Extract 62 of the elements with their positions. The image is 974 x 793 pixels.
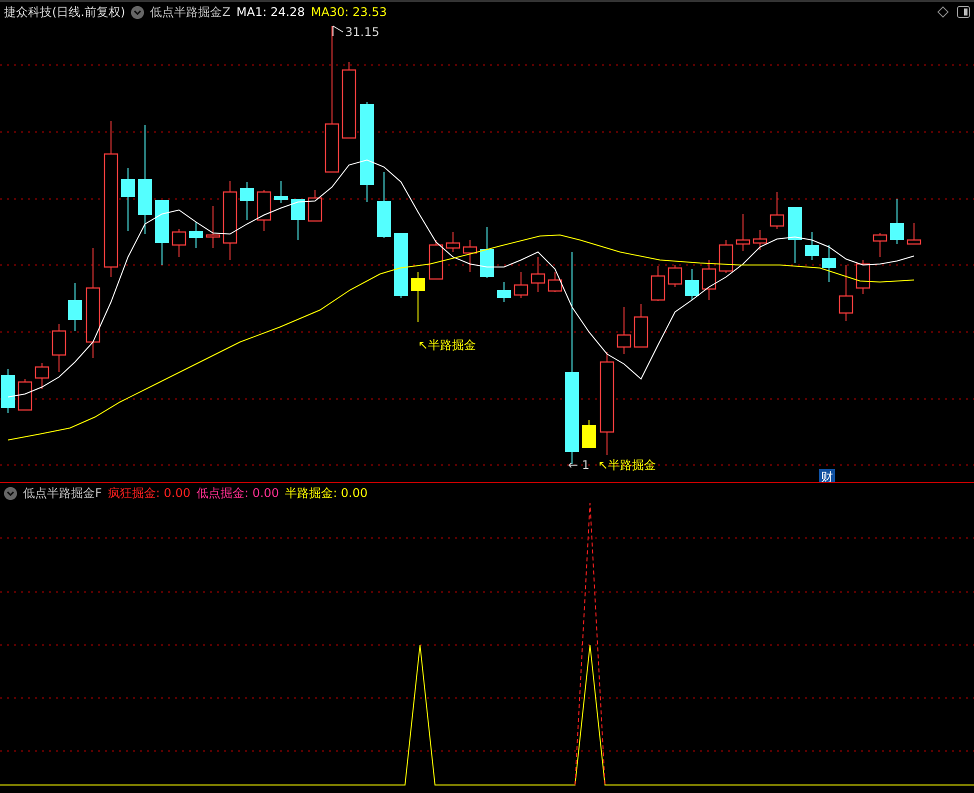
candlestick	[668, 264, 682, 288]
candlestick	[274, 180, 288, 204]
candlestick	[428, 240, 444, 280]
candlestick	[650, 266, 666, 302]
price-label: ← 1	[568, 458, 590, 472]
diamond-icon[interactable]	[937, 6, 949, 18]
candlestick	[497, 282, 511, 302]
candlestick	[890, 198, 904, 244]
candlestick	[52, 324, 66, 372]
indicator-name: 低点半路掘金F	[23, 484, 102, 502]
candlestick	[68, 282, 82, 332]
candlestick	[872, 232, 888, 258]
indicator-reading: 低点掘金: 0.00	[196, 484, 280, 502]
indicator-reading: MA1: 24.28	[236, 5, 305, 19]
candlestick	[446, 232, 460, 252]
candlestick	[121, 168, 135, 232]
candlestick	[838, 264, 854, 322]
candlestick	[685, 268, 699, 300]
candlestick	[411, 272, 425, 322]
candlestick	[856, 260, 870, 294]
price-label: 31.15	[345, 25, 380, 39]
candlestick	[788, 206, 802, 264]
candlestick	[18, 378, 32, 411]
candlestick	[172, 228, 186, 258]
candlestick	[256, 190, 272, 232]
candlestick	[480, 226, 494, 278]
candlestick	[514, 272, 528, 298]
indicator-reading: 半路掘金: 0.00	[285, 484, 368, 502]
candlestick	[702, 260, 716, 300]
candlestick	[240, 182, 254, 220]
candlestick	[530, 256, 546, 292]
candlestick	[736, 214, 750, 252]
candlestick	[634, 304, 648, 348]
candlestick	[377, 172, 391, 238]
candlestick	[752, 230, 768, 250]
panel-toggle-icon[interactable]	[957, 6, 970, 18]
candlestick	[308, 190, 322, 222]
chevron-down-icon[interactable]	[131, 6, 144, 18]
candlestick	[291, 198, 305, 240]
leader-line	[332, 26, 344, 36]
chevron-down-icon[interactable]	[4, 486, 17, 500]
candlestick	[718, 240, 734, 274]
indicator-name: 低点半路掘金Z	[150, 4, 230, 20]
candlestick	[548, 272, 562, 292]
stock-title: 捷众科技(日线.前复权)	[4, 4, 126, 20]
candlestick	[906, 222, 922, 245]
indicator-reading: MA30: 23.53	[310, 5, 387, 19]
candlestick	[770, 192, 784, 230]
candlestick	[582, 420, 596, 448]
candlestick	[206, 206, 220, 248]
signal-label: ↖半路掘金	[598, 458, 656, 472]
candlestick	[462, 240, 478, 272]
indicator-reading: 疯狂掘金: 0.00	[108, 484, 190, 502]
candlestick	[189, 222, 203, 248]
signal-label: ↖半路掘金	[418, 338, 476, 352]
candlestick	[155, 200, 169, 266]
candlestick	[616, 306, 632, 354]
candlestick	[1, 368, 15, 414]
candlestick	[34, 362, 50, 390]
candlestick	[805, 232, 819, 260]
candlestick	[822, 244, 836, 282]
candlestick	[394, 232, 408, 298]
